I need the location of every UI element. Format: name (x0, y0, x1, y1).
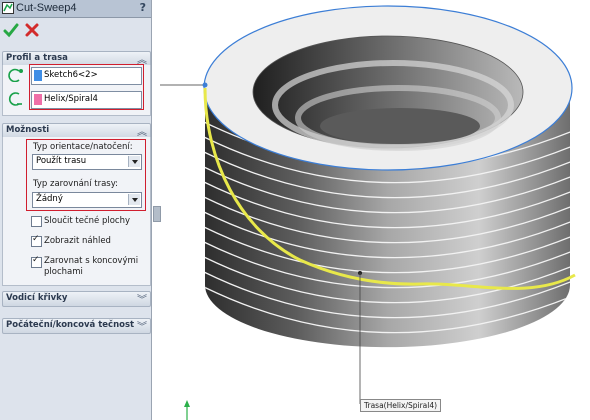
section-title: Profil a trasa (6, 53, 68, 63)
title-bar: Cut-Sweep4 ? (0, 0, 151, 18)
profile-icon (8, 68, 23, 82)
property-manager: Cut-Sweep4 ? Profil a trasa ︽ Sketch6<2>… (0, 0, 152, 420)
highlight-box-profile (29, 64, 144, 110)
align-end-faces-label-2: plochami (44, 267, 83, 277)
section-title: Počáteční/koncová tečnost (6, 320, 135, 330)
collapse-chevron-icon[interactable]: ︽ (137, 123, 147, 138)
align-end-faces-checkbox[interactable] (31, 255, 42, 268)
help-button[interactable]: ? (140, 1, 146, 14)
action-bar (0, 18, 151, 44)
align-end-faces-label-1: Zarovnat s koncovými (44, 256, 139, 266)
cut-sweep-icon (2, 2, 14, 14)
section-title: Vodicí křivky (6, 293, 68, 303)
start-end-tangency-header[interactable]: Počáteční/koncová tečnost ︾ (2, 318, 151, 334)
merge-tangent-checkbox[interactable] (31, 216, 42, 227)
cancel-x-icon[interactable] (24, 22, 40, 38)
highlight-box-options (26, 139, 146, 211)
path-icon (8, 92, 22, 106)
expand-chevron-icon[interactable]: ︾ (137, 291, 147, 306)
guide-curves-header[interactable]: Vodicí křivky ︾ (2, 291, 151, 307)
section-title: Možnosti (6, 125, 50, 135)
graphics-viewport[interactable] (159, 0, 590, 420)
origin-triad-icon (184, 400, 190, 420)
path-callout-label: Trasa(Helix/Spiral4) (360, 399, 442, 412)
window-title: Cut-Sweep4 (16, 2, 77, 14)
merge-tangent-label: Sloučit tečné plochy (44, 216, 131, 226)
expand-chevron-icon[interactable]: ︾ (137, 318, 147, 333)
show-preview-checkbox[interactable] (31, 234, 42, 247)
helix-start-point[interactable] (202, 82, 208, 88)
show-preview-label: Zobrazit náhled (44, 236, 111, 246)
ok-check-icon[interactable] (3, 22, 19, 38)
